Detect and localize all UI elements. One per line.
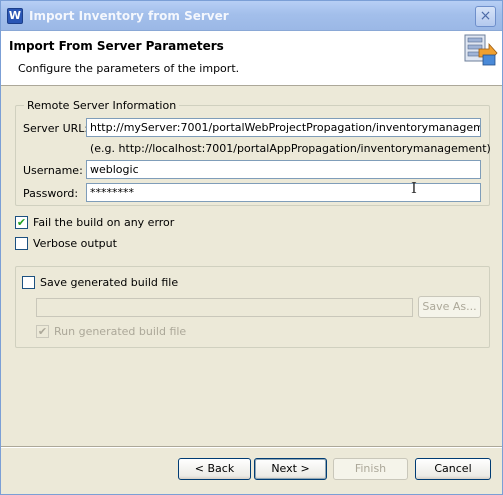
verbose-label: Verbose output <box>33 237 117 250</box>
dialog-window: W Import Inventory from Server × Import … <box>0 0 503 495</box>
run-build-option[interactable]: ✔ Run generated build file <box>36 325 186 338</box>
page-description: Configure the parameters of the import. <box>18 62 240 75</box>
server-url-label: Server URL: <box>23 122 89 135</box>
save-build-label: Save generated build file <box>40 276 179 289</box>
finish-button[interactable]: Finish <box>333 458 408 480</box>
run-build-label: Run generated build file <box>54 325 187 338</box>
username-label: Username: <box>23 164 83 177</box>
text-cursor-icon: I <box>411 179 417 197</box>
fail-build-option[interactable]: ✔ Fail the build on any error <box>15 216 174 229</box>
next-button[interactable]: Next > <box>254 458 327 480</box>
save-build-option[interactable]: Save generated build file <box>22 276 178 289</box>
username-input[interactable]: weblogic <box>86 160 481 179</box>
title-bar[interactable]: W Import Inventory from Server × <box>1 1 502 31</box>
verbose-option[interactable]: Verbose output <box>15 237 117 250</box>
page-title: Import From Server Parameters <box>9 39 224 53</box>
save-as-button[interactable]: Save As... <box>418 296 481 318</box>
fail-build-label: Fail the build on any error <box>33 216 175 229</box>
remote-server-legend: Remote Server Information <box>24 99 180 112</box>
server-url-example: (e.g. http://localhost:7001/portalAppPro… <box>90 142 491 155</box>
verbose-checkbox[interactable] <box>15 237 28 250</box>
build-file-path-input[interactable] <box>36 298 413 317</box>
server-import-icon <box>464 34 498 66</box>
app-icon: W <box>7 8 23 24</box>
window-title: Import Inventory from Server <box>29 9 229 23</box>
wizard-header: Import From Server Parameters Configure … <box>1 31 502 86</box>
run-build-checkbox[interactable]: ✔ <box>36 325 49 338</box>
save-build-checkbox[interactable] <box>22 276 35 289</box>
password-label: Password: <box>23 187 79 200</box>
password-input[interactable]: ******** <box>86 183 481 202</box>
server-url-input[interactable]: http://myServer:7001/portalWebProjectPro… <box>86 118 481 137</box>
fail-build-checkbox[interactable]: ✔ <box>15 216 28 229</box>
close-button[interactable]: × <box>475 6 496 27</box>
back-button[interactable]: < Back <box>178 458 251 480</box>
footer-separator <box>1 446 502 448</box>
cancel-button[interactable]: Cancel <box>415 458 491 480</box>
